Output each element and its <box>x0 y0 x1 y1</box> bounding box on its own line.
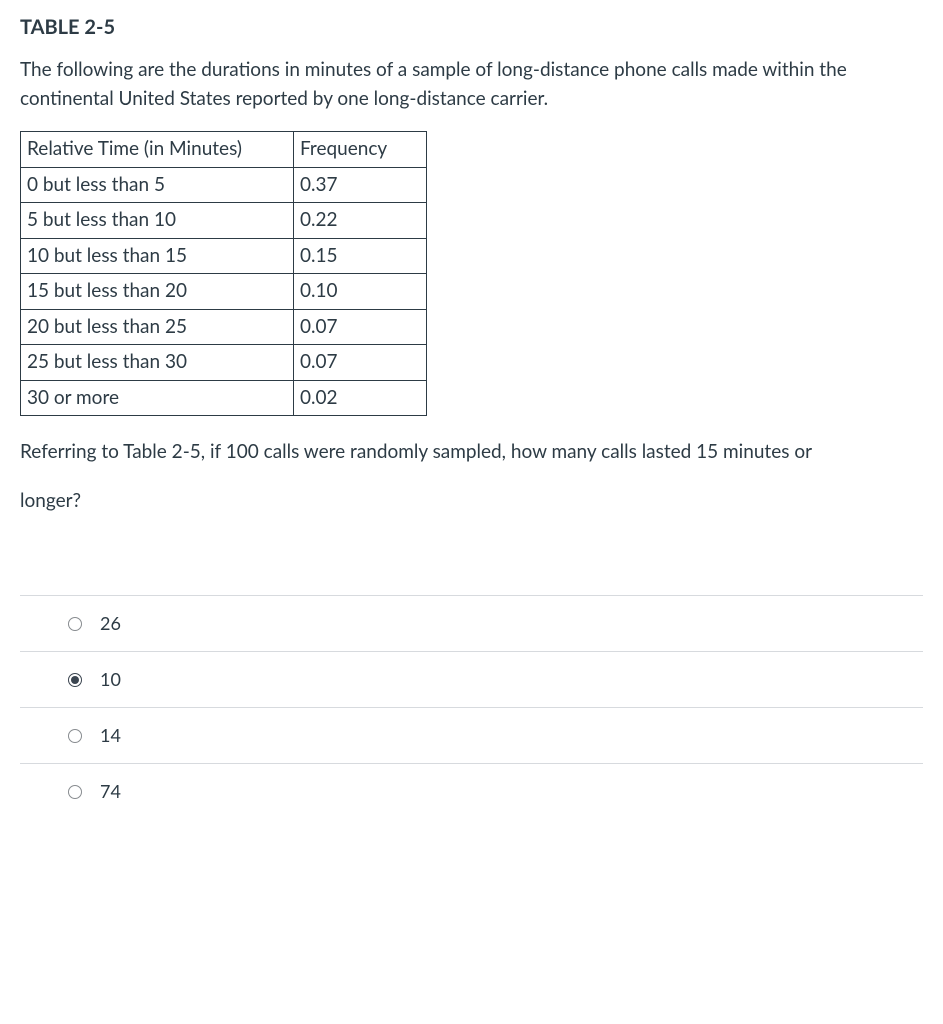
option-label: 10 <box>100 666 121 693</box>
cell-freq: 0.02 <box>294 380 427 416</box>
table-row: 15 but less than 20 0.10 <box>21 274 427 310</box>
table-row: 30 or more 0.02 <box>21 380 427 416</box>
table-row: 25 but less than 30 0.07 <box>21 345 427 381</box>
cell-time: 0 but less than 5 <box>21 167 294 203</box>
table-header-row: Relative Time (in Minutes) Frequency <box>21 132 427 168</box>
table-row: 0 but less than 5 0.37 <box>21 167 427 203</box>
cell-time: 10 but less than 15 <box>21 238 294 274</box>
option-label: 26 <box>100 610 121 637</box>
intro-text: The following are the durations in minut… <box>20 56 923 113</box>
frequency-table: Relative Time (in Minutes) Frequency 0 b… <box>20 131 427 416</box>
table-row: 20 but less than 25 0.07 <box>21 309 427 345</box>
cell-freq: 0.07 <box>294 309 427 345</box>
cell-freq: 0.07 <box>294 345 427 381</box>
cell-time: 5 but less than 10 <box>21 203 294 239</box>
cell-freq: 0.10 <box>294 274 427 310</box>
option-row[interactable]: 10 <box>20 652 923 708</box>
table-title: TABLE 2-5 <box>20 12 923 42</box>
cell-time: 15 but less than 20 <box>21 274 294 310</box>
question-text-line2: longer? <box>20 487 923 516</box>
radio-icon[interactable] <box>68 785 82 799</box>
table-row: 10 but less than 15 0.15 <box>21 238 427 274</box>
cell-time: 25 but less than 30 <box>21 345 294 381</box>
table-row: 5 but less than 10 0.22 <box>21 203 427 239</box>
cell-freq: 0.15 <box>294 238 427 274</box>
radio-icon[interactable] <box>68 729 82 743</box>
option-row[interactable]: 14 <box>20 708 923 764</box>
radio-icon[interactable] <box>68 617 82 631</box>
header-time: Relative Time (in Minutes) <box>21 132 294 168</box>
cell-freq: 0.37 <box>294 167 427 203</box>
header-freq: Frequency <box>294 132 427 168</box>
option-row[interactable]: 26 <box>20 595 923 652</box>
question-text-line1: Referring to Table 2-5, if 100 calls wer… <box>20 438 923 467</box>
option-row[interactable]: 74 <box>20 764 923 819</box>
cell-time: 20 but less than 25 <box>21 309 294 345</box>
cell-freq: 0.22 <box>294 203 427 239</box>
option-label: 14 <box>100 722 121 749</box>
cell-time: 30 or more <box>21 380 294 416</box>
answer-options: 26 10 14 74 <box>20 595 923 819</box>
option-label: 74 <box>100 778 121 805</box>
radio-icon[interactable] <box>68 673 82 687</box>
